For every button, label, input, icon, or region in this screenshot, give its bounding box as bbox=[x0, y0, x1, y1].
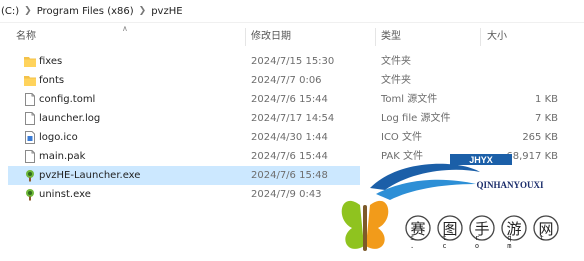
file-type: 文件夹 bbox=[381, 56, 411, 67]
file-name: main.pak bbox=[39, 151, 86, 162]
document-icon bbox=[25, 150, 35, 163]
file-name: uninst.exe bbox=[39, 189, 91, 200]
file-name: fonts bbox=[39, 75, 65, 86]
file-name: logo.ico bbox=[39, 132, 78, 143]
column-header-size[interactable]: 大小 bbox=[487, 26, 507, 48]
file-size: 7 KB bbox=[535, 113, 558, 124]
file-size: 1 KB bbox=[535, 94, 558, 105]
file-size: 265 KB bbox=[522, 132, 558, 143]
plant-icon bbox=[26, 189, 34, 201]
file-type: Log file 源文件 bbox=[381, 113, 451, 124]
chevron-right-icon[interactable]: ❯ bbox=[135, 6, 151, 16]
file-row[interactable]: main.pak 2024/7/6 15:44 PAK 文件 68,917 KB bbox=[8, 147, 558, 166]
file-date: 2024/7/9 0:43 bbox=[251, 189, 322, 200]
breadcrumb-program-files[interactable]: Program Files (x86) bbox=[36, 6, 135, 17]
file-date: 2024/4/30 1:44 bbox=[251, 132, 328, 143]
document-icon bbox=[25, 112, 35, 125]
file-name: fixes bbox=[39, 56, 63, 67]
file-type: 文件夹 bbox=[381, 75, 411, 86]
chevron-right-icon[interactable]: ❯ bbox=[20, 6, 36, 16]
watermark-pinyin: s t r q t . c o m bbox=[410, 234, 556, 250]
watermark-logo: JHYX QINHANYOUXI 赛 图 手 游 网 s t r q t . c… bbox=[330, 150, 584, 258]
file-type: ICO 文件 bbox=[381, 132, 422, 143]
file-date: 2024/7/6 15:48 bbox=[251, 170, 328, 181]
file-name: pvzHE-Launcher.exe bbox=[39, 170, 141, 181]
column-divider[interactable] bbox=[245, 28, 246, 46]
column-header-name[interactable]: 名称 bbox=[16, 26, 36, 48]
file-row[interactable]: config.toml 2024/7/6 15:44 Toml 源文件 1 KB bbox=[8, 90, 558, 109]
file-date: 2024/7/6 15:44 bbox=[251, 94, 328, 105]
column-divider[interactable] bbox=[480, 28, 481, 46]
document-icon bbox=[25, 93, 35, 106]
file-row-selected[interactable]: pvzHE-Launcher.exe 2024/7/6 15:48 bbox=[8, 166, 360, 185]
file-name: launcher.log bbox=[39, 113, 101, 124]
breadcrumb-pvzhe[interactable]: pvzHE bbox=[150, 6, 183, 17]
file-type: Toml 源文件 bbox=[381, 94, 438, 105]
column-divider[interactable] bbox=[375, 28, 376, 46]
file-date: 2024/7/7 0:06 bbox=[251, 75, 322, 86]
sort-arrow-icon: ∧ bbox=[122, 24, 128, 33]
column-header-type[interactable]: 类型 bbox=[381, 26, 401, 48]
watermark-badge: JHYX bbox=[469, 155, 493, 165]
plant-icon bbox=[26, 170, 34, 182]
column-header-date[interactable]: 修改日期 bbox=[251, 26, 291, 48]
file-row[interactable]: fonts 2024/7/7 0:06 文件夹 bbox=[8, 71, 411, 90]
column-header-row: ∧ 名称 修改日期 类型 大小 bbox=[0, 24, 584, 48]
file-name: config.toml bbox=[39, 94, 96, 105]
folder-icon bbox=[24, 76, 36, 86]
file-row[interactable]: uninst.exe 2024/7/9 0:43 bbox=[8, 185, 360, 204]
file-date: 2024/7/15 15:30 bbox=[251, 56, 335, 67]
breadcrumb: (C:) ❯ Program Files (x86) ❯ pvzHE bbox=[0, 0, 584, 23]
folder-icon bbox=[24, 57, 36, 67]
file-date: 2024/7/6 15:44 bbox=[251, 151, 328, 162]
breadcrumb-drive[interactable]: (C:) bbox=[0, 6, 20, 17]
file-row[interactable]: launcher.log 2024/7/17 14:54 Log file 源文… bbox=[8, 109, 558, 128]
watermark-latin: QINHANYOUXI bbox=[476, 180, 544, 190]
file-row[interactable]: logo.ico 2024/4/30 1:44 ICO 文件 265 KB bbox=[8, 128, 558, 147]
file-date: 2024/7/17 14:54 bbox=[251, 113, 335, 124]
image-icon bbox=[25, 131, 35, 144]
file-row[interactable]: fixes 2024/7/15 15:30 文件夹 bbox=[8, 52, 411, 71]
